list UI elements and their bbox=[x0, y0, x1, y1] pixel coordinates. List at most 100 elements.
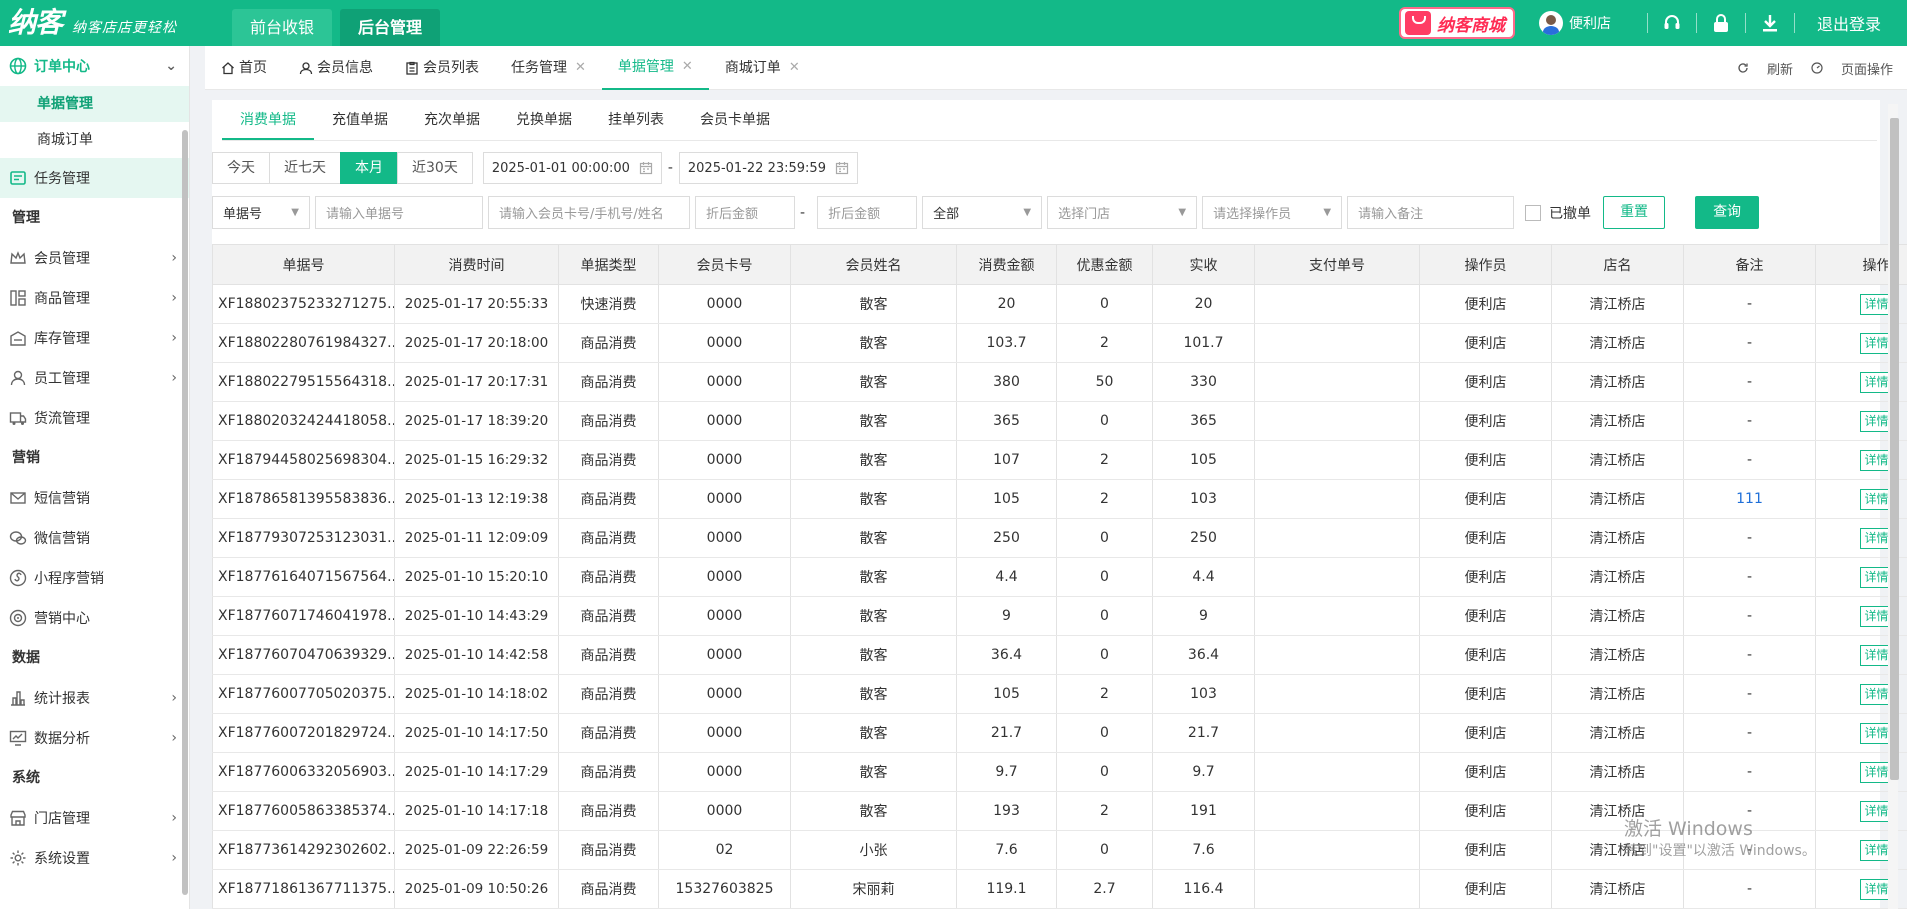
refresh-button[interactable]: 刷新 bbox=[1737, 59, 1793, 78]
sidebar-group-order-center[interactable]: 订单中心 ⌄ bbox=[0, 46, 189, 86]
sidebar-item-analytics[interactable]: 数据分析 › bbox=[0, 718, 189, 758]
bill-no-input[interactable]: 请输入单据号 bbox=[315, 196, 483, 229]
logo-slogan: 纳客店店更轻松 bbox=[72, 20, 178, 36]
revoked-checkbox[interactable] bbox=[1525, 204, 1542, 221]
top-nav-frontdesk[interactable]: 前台收银 bbox=[232, 9, 333, 46]
close-icon[interactable]: ✕ bbox=[575, 46, 586, 90]
cell-operator: 便利店 bbox=[1419, 401, 1552, 441]
tab-home[interactable]: 首页 bbox=[205, 46, 283, 90]
start-date-input[interactable]: 2025-01-01 00:00:00 bbox=[482, 152, 662, 184]
bill-type-select[interactable]: 全部 ▼ bbox=[922, 196, 1043, 229]
cell-pay-no bbox=[1254, 791, 1420, 831]
sidebar-item-mini-program[interactable]: 小程序营销 bbox=[0, 558, 189, 598]
sidebar-item-logistics[interactable]: 货流管理 bbox=[0, 398, 189, 438]
sidebar-item-wechat[interactable]: 微信营销 bbox=[0, 518, 189, 558]
sidebar-item-stores[interactable]: 门店管理 › bbox=[0, 798, 189, 838]
subtab-consumption[interactable]: 消费单据 bbox=[222, 104, 314, 140]
sidebar-item-staff[interactable]: 员工管理 › bbox=[0, 358, 189, 398]
cell-amount: 105 bbox=[956, 479, 1057, 519]
sidebar-item-reports[interactable]: 统计报表 › bbox=[0, 678, 189, 718]
cell-card-no: 0000 bbox=[658, 479, 791, 519]
sidebar-item-task[interactable]: 任务管理 bbox=[0, 158, 189, 198]
query-button[interactable]: 查询 bbox=[1695, 196, 1760, 229]
cell-time: 2025-01-10 14:17:29 bbox=[394, 752, 559, 792]
close-icon[interactable]: ✕ bbox=[682, 45, 693, 89]
cell-note: - bbox=[1683, 713, 1816, 753]
tab-task-management[interactable]: 任务管理 ✕ bbox=[495, 46, 602, 90]
sidebar-item-products[interactable]: 商品管理 › bbox=[0, 278, 189, 318]
cell-pay-no bbox=[1254, 596, 1420, 636]
cell-store: 清江桥店 bbox=[1551, 440, 1684, 480]
column-header: 会员姓名 bbox=[790, 244, 957, 285]
sidebar-item-label: 营销中心 bbox=[34, 611, 90, 627]
logout-button[interactable]: 退出登录 bbox=[1817, 11, 1881, 35]
sidebar-item-settings[interactable]: 系统设置 › bbox=[0, 838, 189, 878]
cell-bill-no: XF18776070470639329... bbox=[212, 635, 395, 675]
page-scrollbar-thumb[interactable] bbox=[1890, 118, 1899, 780]
sidebar-item-sms[interactable]: 短信营销 bbox=[0, 478, 189, 518]
field-select[interactable]: 单据号 ▼ bbox=[212, 196, 310, 229]
subtab-recharge[interactable]: 充值单据 bbox=[314, 104, 406, 140]
chevron-right-icon: › bbox=[171, 330, 177, 346]
cell-received: 9 bbox=[1152, 596, 1255, 636]
date-this-month[interactable]: 本月 bbox=[340, 152, 398, 184]
sidebar-item-inventory[interactable]: 库存管理 › bbox=[0, 318, 189, 358]
member-search-input[interactable]: 请输入会员卡号/手机号/姓名 bbox=[488, 196, 690, 229]
cell-bill-no: XF18773614292302602... bbox=[212, 830, 395, 870]
date-last-7-days[interactable]: 近七天 bbox=[269, 152, 341, 184]
tab-mall-orders[interactable]: 商城订单 ✕ bbox=[709, 46, 816, 90]
tab-member-info[interactable]: 会员信息 bbox=[283, 46, 389, 90]
close-icon[interactable]: ✕ bbox=[789, 46, 800, 90]
reset-button[interactable]: 重置 bbox=[1603, 196, 1666, 229]
subtab-member-card[interactable]: 会员卡单据 bbox=[682, 104, 788, 140]
amount-max-input[interactable]: 折后金额 bbox=[817, 196, 918, 229]
operator-select[interactable]: 请选择操作员 ▼ bbox=[1202, 196, 1343, 229]
table-row: XF18776007705020375... 2025-01-10 14:18:0… bbox=[212, 674, 1907, 714]
cell-operator: 便利店 bbox=[1419, 362, 1552, 402]
download-icon[interactable] bbox=[1760, 13, 1780, 33]
user-icon bbox=[299, 61, 313, 75]
top-nav: 前台收银 后台管理 bbox=[232, 0, 448, 46]
sidebar-item-mall-orders[interactable]: 商城订单 bbox=[0, 122, 189, 158]
sidebar-item-members[interactable]: 会员管理 › bbox=[0, 238, 189, 278]
cell-bill-no: XF18776164071567564... bbox=[212, 557, 395, 597]
cell-bill-no: XF18776005863385374... bbox=[212, 791, 395, 831]
amount-min-input[interactable]: 折后金额 bbox=[695, 196, 795, 229]
cell-card-no: 0000 bbox=[658, 752, 791, 792]
end-date-input[interactable]: 2025-01-22 23:59:59 bbox=[678, 152, 858, 184]
cell-card-no: 0000 bbox=[658, 791, 791, 831]
cell-pay-no bbox=[1254, 479, 1420, 519]
cell-member-name: 散客 bbox=[790, 713, 957, 753]
sidebar-item-marketing-center[interactable]: 营销中心 bbox=[0, 598, 189, 638]
date-last-30-days[interactable]: 近30天 bbox=[397, 152, 473, 184]
sidebar-item-bill-management[interactable]: 单据管理 bbox=[0, 86, 189, 122]
cell-card-no: 0000 bbox=[658, 596, 791, 636]
sidebar-item-label: 会员管理 bbox=[34, 251, 90, 267]
column-header: 支付单号 bbox=[1254, 244, 1420, 285]
user-menu[interactable]: 便利店 bbox=[1538, 11, 1611, 35]
tab-member-list[interactable]: 会员列表 bbox=[389, 46, 495, 90]
cell-bill-no: XF18776007201829724... bbox=[212, 713, 395, 753]
tab-bill-management[interactable]: 单据管理 ✕ bbox=[601, 45, 709, 90]
subtab-exchange[interactable]: 兑换单据 bbox=[498, 104, 590, 140]
lock-icon[interactable] bbox=[1711, 13, 1731, 33]
cell-received: 20 bbox=[1152, 284, 1255, 324]
mall-button[interactable]: 纳客商城 bbox=[1398, 7, 1515, 39]
cell-received: 101.7 bbox=[1152, 323, 1255, 363]
watermark-title: 激活 Windows bbox=[1624, 818, 1753, 840]
store-select[interactable]: 选择门店 ▼ bbox=[1047, 196, 1198, 229]
note-input[interactable]: 请输入备注 bbox=[1347, 196, 1515, 229]
sidebar-scrollbar[interactable] bbox=[182, 130, 188, 895]
subtab-recharge-count[interactable]: 充次单据 bbox=[406, 104, 498, 140]
chevron-right-icon: › bbox=[171, 850, 177, 866]
cell-operator: 便利店 bbox=[1419, 596, 1552, 636]
brand-logo[interactable]: 纳客 纳客店店更轻松 bbox=[8, 0, 232, 46]
cell-amount: 9 bbox=[956, 596, 1057, 636]
cell-bill-no: XF18779307253123031... bbox=[212, 518, 395, 558]
date-today[interactable]: 今天 bbox=[212, 152, 270, 184]
headset-icon[interactable] bbox=[1662, 13, 1682, 33]
subtab-pending[interactable]: 挂单列表 bbox=[590, 104, 682, 140]
page-ops-button[interactable]: 页面操作 bbox=[1811, 59, 1893, 78]
top-nav-backend[interactable]: 后台管理 bbox=[340, 9, 441, 46]
refresh-icon bbox=[1738, 63, 1748, 73]
